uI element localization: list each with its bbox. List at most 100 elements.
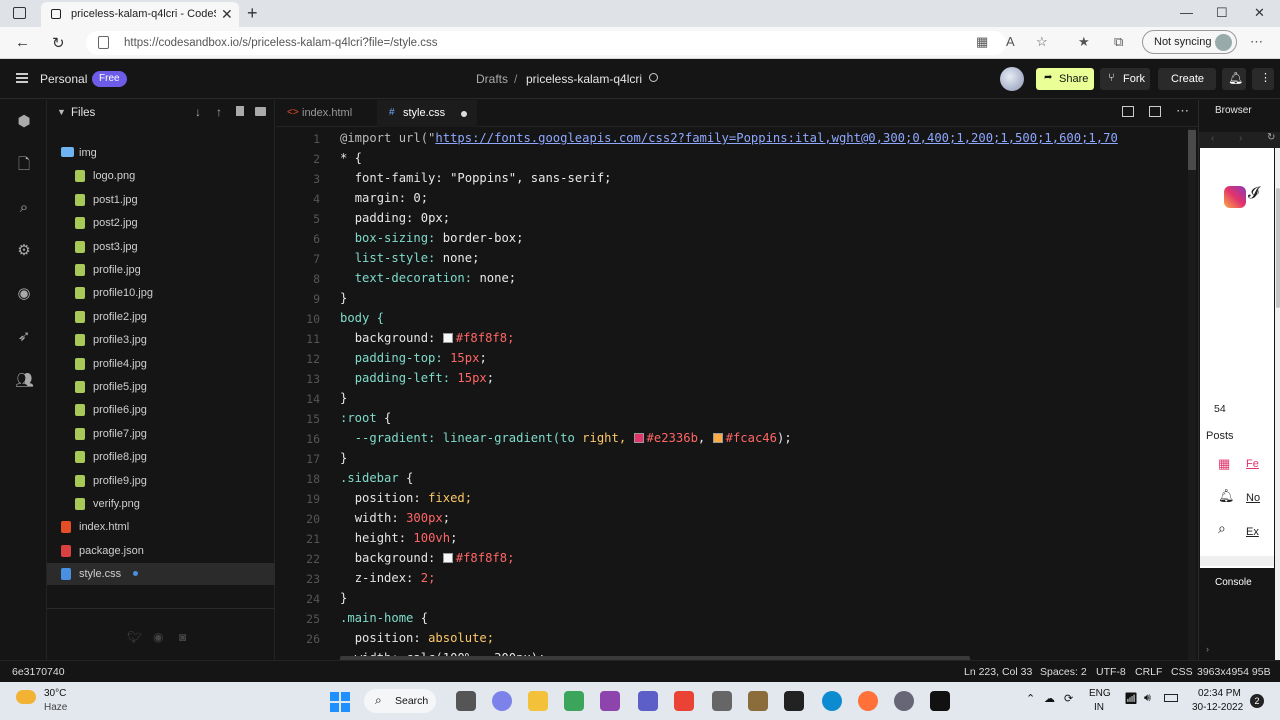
app-icon[interactable] xyxy=(748,691,768,711)
edge-icon[interactable] xyxy=(822,691,842,711)
file-item[interactable]: style.css xyxy=(47,563,275,586)
file-item[interactable]: package.json xyxy=(47,540,275,562)
file-item[interactable]: profile4.jpg xyxy=(47,353,275,375)
apps-icon[interactable]: ▦ xyxy=(976,34,988,50)
weather-temp[interactable]: 30°C xyxy=(44,688,66,699)
new-file-icon[interactable] xyxy=(236,106,244,116)
file-item[interactable]: profile8.jpg xyxy=(47,446,275,468)
file-item[interactable]: profile7.jpg xyxy=(47,423,275,445)
terminal-icon[interactable] xyxy=(784,691,804,711)
discord-icon[interactable]: ◙ xyxy=(179,630,186,644)
file-item[interactable]: profile5.jpg xyxy=(47,376,275,398)
visual-studio-icon[interactable] xyxy=(600,691,620,711)
clock-time[interactable]: 02:34 PM xyxy=(1198,688,1241,699)
onedrive-icon[interactable]: ☁ xyxy=(1044,692,1055,705)
photos-icon[interactable] xyxy=(712,691,732,711)
color-swatch-e2336b[interactable] xyxy=(633,433,644,443)
file-item[interactable]: verify.png xyxy=(47,493,275,515)
input-region[interactable]: IN xyxy=(1094,702,1104,713)
taskbar-search[interactable]: ⌕ Search xyxy=(364,689,436,713)
color-swatch-f8f8f8[interactable] xyxy=(442,553,453,563)
minimize-icon[interactable]: — xyxy=(1180,5,1193,20)
user-avatar[interactable] xyxy=(1000,67,1024,91)
battery-icon[interactable] xyxy=(1164,694,1178,702)
split-editor-icon[interactable] xyxy=(1122,106,1134,117)
code-line[interactable]: text-decoration: none; xyxy=(340,271,516,285)
start-icon[interactable] xyxy=(330,692,350,712)
tab-index-html[interactable]: <> index.html xyxy=(276,100,376,127)
read-aloud-icon[interactable]: A xyxy=(1006,34,1015,49)
maximize-icon[interactable]: ☐ xyxy=(1216,5,1228,21)
github-footer-icon[interactable]: ◉ xyxy=(153,630,163,644)
feed-link[interactable]: Fe xyxy=(1246,458,1259,470)
editor-more-icon[interactable]: ⋯ xyxy=(1176,103,1189,119)
file-item[interactable]: profile10.jpg xyxy=(47,282,275,304)
file-item[interactable]: post2.jpg xyxy=(47,212,275,234)
share-button[interactable]: ➦ Share xyxy=(1036,68,1094,90)
new-tab-icon[interactable]: + xyxy=(247,3,258,24)
console-label[interactable]: Console xyxy=(1215,577,1252,588)
code-line[interactable]: } xyxy=(340,451,347,465)
gmail-icon[interactable] xyxy=(674,691,694,711)
preview-toggle-icon[interactable] xyxy=(1149,106,1161,117)
twitter-icon[interactable]: 🐦︎ xyxy=(127,630,142,644)
files-icon[interactable]: 🗋︎ xyxy=(15,156,33,174)
code-line[interactable]: .main-home { xyxy=(340,611,428,625)
color-swatch-fcac46[interactable] xyxy=(712,433,723,443)
preview-refresh-icon[interactable]: ↻ xyxy=(1267,132,1275,143)
code-line[interactable]: --gradient: linear-gradient(to right, #e… xyxy=(340,431,792,445)
code-line[interactable]: body { xyxy=(340,311,384,325)
url-bar[interactable]: https://codesandbox.io/s/priceless-kalam… xyxy=(86,31,1006,55)
code-line[interactable]: height: 100vh; xyxy=(340,531,458,545)
search-icon[interactable]: ⌕ xyxy=(15,199,33,217)
editor-vertical-scrollbar[interactable] xyxy=(1188,128,1196,660)
file-item[interactable]: logo.png xyxy=(47,165,275,187)
preview-forward-icon[interactable]: › xyxy=(1239,133,1242,144)
close-tab-icon[interactable]: ✕ xyxy=(221,6,233,23)
explore-link[interactable]: Ex xyxy=(1246,526,1259,538)
code-line[interactable]: width: 300px; xyxy=(340,511,450,525)
code-line[interactable]: background: #f8f8f8; xyxy=(340,551,515,565)
language-mode[interactable]: CSS xyxy=(1171,666,1193,678)
preview-horizontal-scrollbar[interactable] xyxy=(1200,556,1274,566)
sandbox-info-icon[interactable]: ⬢ xyxy=(15,113,33,131)
file-item[interactable]: profile2.jpg xyxy=(47,306,275,328)
favorites-icon[interactable]: ★ xyxy=(1078,34,1090,50)
code-line[interactable]: font-family: "Poppins", sans-serif; xyxy=(340,171,612,185)
preview-back-icon[interactable]: ‹ xyxy=(1211,133,1214,144)
explore-icon[interactable]: ⌕ xyxy=(1218,520,1226,537)
code-line[interactable]: padding: 0px; xyxy=(340,211,450,225)
code-line[interactable]: @import url("https://fonts.googleapis.co… xyxy=(340,131,1118,145)
collections-icon[interactable]: ⧉ xyxy=(1114,34,1123,50)
file-item[interactable]: index.html xyxy=(47,516,275,538)
settings-app-icon[interactable] xyxy=(894,691,914,711)
code-line[interactable]: padding-left: 15px; xyxy=(340,371,494,385)
code-line[interactable]: padding-top: 15px; xyxy=(340,351,487,365)
back-icon[interactable]: ← xyxy=(15,34,30,51)
more-icon[interactable]: ⋯ xyxy=(1250,34,1263,50)
tab-style-css[interactable]: # style.css xyxy=(377,100,477,127)
teams-chat-icon[interactable] xyxy=(492,691,512,711)
weather-icon[interactable] xyxy=(16,690,36,704)
download-icon[interactable]: ↓ xyxy=(195,105,201,119)
unsaved-dot-icon[interactable] xyxy=(461,111,467,117)
volume-icon[interactable]: 🔊︎ xyxy=(1144,692,1151,705)
code-line[interactable]: } xyxy=(340,391,347,405)
live-users-icon[interactable]: 👥︎ xyxy=(15,372,34,390)
menu-icon[interactable] xyxy=(16,73,28,83)
settings-icon[interactable]: ⚙ xyxy=(15,242,33,260)
code-line[interactable]: position: fixed; xyxy=(340,491,472,505)
wifi-icon[interactable]: 📶︎ xyxy=(1124,692,1138,705)
tab-actions-icon[interactable] xyxy=(13,7,26,19)
unlisted-icon[interactable] xyxy=(649,73,658,82)
collapse-icon[interactable]: ▼ xyxy=(57,107,66,117)
console-expand-icon[interactable]: › xyxy=(1206,644,1209,654)
file-item[interactable]: profile9.jpg xyxy=(47,470,275,492)
preview-vertical-scrollbar[interactable] xyxy=(1275,148,1280,668)
more-options-button[interactable]: ⋮ xyxy=(1252,68,1274,90)
weather-desc[interactable]: Haze xyxy=(44,702,67,713)
code-line[interactable]: .sidebar { xyxy=(340,471,413,485)
pycharm-icon[interactable] xyxy=(930,691,950,711)
scroll-thumb[interactable] xyxy=(1188,130,1196,170)
encoding[interactable]: UTF-8 xyxy=(1096,666,1126,678)
